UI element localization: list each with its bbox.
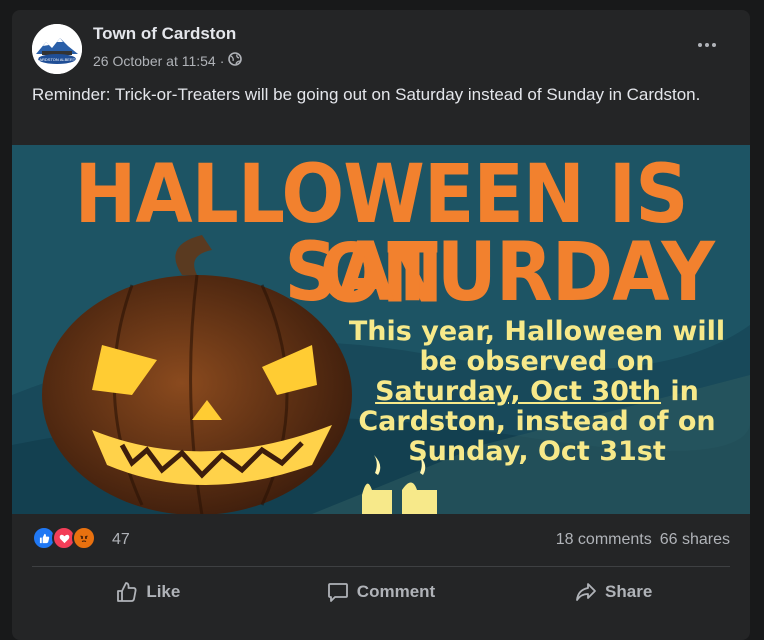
body-line3-suffix: in [661,376,699,407]
engagement-stats: 18 comments 66 shares [556,531,730,549]
comment-icon [327,581,349,603]
body-underlined-date: Saturday, Oct 30th [375,376,662,407]
body-line1: This year, Halloween will [348,316,726,347]
post-card: CARDSTON ALBERTA Town of Cardston 26 Oct… [12,10,750,640]
comment-button[interactable]: Comment [265,572,498,612]
thumbs-up-icon [116,581,138,603]
post-text: Reminder: Trick-or-Treaters will be goin… [32,85,701,104]
action-bar: Like Comment Share [32,572,730,612]
body-line4: Cardston, instead of on [358,406,716,437]
headline-line2: SATURDAY [284,225,715,320]
post-image[interactable]: HALLOWEEN IS ON SATURDAY This year, Hall… [12,145,750,514]
meta-separator: · [219,52,225,69]
shares-count[interactable]: 66 shares [660,531,730,549]
page-name[interactable]: Town of Cardston [93,24,236,44]
reaction-icons[interactable] [32,526,96,550]
town-logo: CARDSTON ALBERTA [32,24,82,74]
globe-icon [228,52,243,69]
angry-icon [72,526,96,550]
comment-label: Comment [356,582,436,601]
page-avatar[interactable]: CARDSTON ALBERTA [32,24,82,74]
avatar-text: CARDSTON ALBERTA [36,57,77,62]
image-body-copy: This year, Halloween will be observed on… [342,317,732,467]
like-button[interactable]: Like [32,572,265,612]
post-timestamp[interactable]: 26 October at 11:54 [93,53,216,69]
share-button[interactable]: Share [497,572,730,612]
share-arrow-icon [575,581,597,603]
more-options-icon[interactable] [692,34,722,56]
reaction-count[interactable]: 47 [112,531,130,549]
body-line2: be observed on [419,346,655,377]
action-divider [32,566,730,567]
share-label: Share [605,582,653,601]
comments-count[interactable]: 18 comments [556,531,652,549]
body-line5: Sunday, Oct 31st [408,436,666,467]
post-meta: 26 October at 11:54 · [93,52,243,69]
like-label: Like [146,582,181,601]
